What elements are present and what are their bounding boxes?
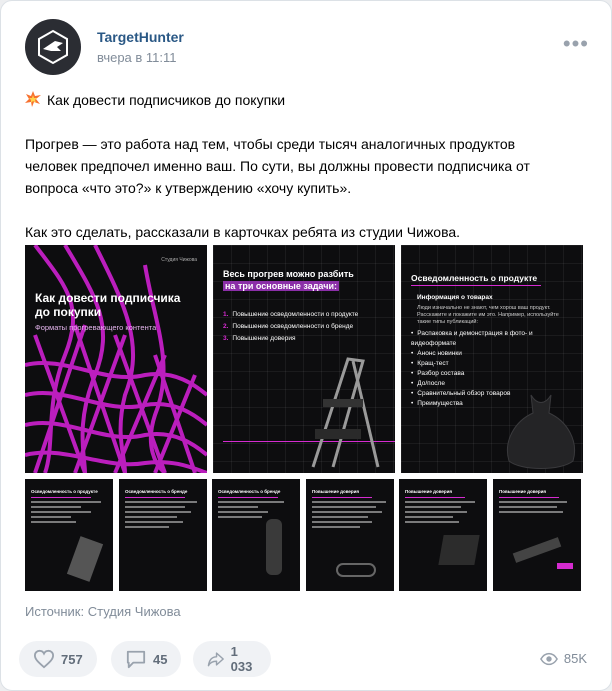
avatar[interactable] [25, 19, 81, 75]
share-count: 1 033 [230, 644, 253, 674]
list-item: До/после [411, 379, 579, 389]
carousel-thumb-2[interactable]: Осведомленность о бренде [119, 479, 207, 591]
list-item: 3. Повышение доверия [223, 335, 296, 342]
carousel-card-1[interactable]: Студия Чижова Как довести подписчика до … [25, 245, 207, 473]
post-card: TargetHunter вчера в 11:11 ••• Как довес… [0, 0, 612, 691]
post-source: Источник: Студия Чижова [25, 604, 181, 619]
collision-emoji-icon [25, 91, 41, 107]
list-item: Кращ-тест [411, 359, 579, 369]
card-subtitle: Информация о товарах [417, 294, 493, 301]
step-ladder-image [311, 357, 380, 468]
pink-net-image [25, 245, 207, 473]
card-intro: Люди изначально не знают, чем хорош ваш … [417, 305, 559, 325]
carousel-card-3[interactable]: Осведомленность о продукте Информация о … [401, 245, 583, 473]
share-icon [207, 652, 224, 667]
carousel-thumb-5[interactable]: Повышение доверия [399, 479, 487, 591]
paragraph-line: вопроса «что это?» к утверждению «хочу к… [25, 180, 352, 196]
tasks-list: 1. Повышение осведомленности о продукте 2… [223, 309, 358, 345]
list-item: Разбор состава [411, 369, 579, 379]
thumb-title: Повышение доверия [312, 489, 388, 498]
comment-count: 45 [153, 651, 168, 667]
card-title: Осведомленность о продукте [411, 273, 538, 283]
thumb-title: Повышение доверия [405, 489, 481, 498]
card-title-line: Как довести подписчика [35, 291, 181, 305]
studio-corner-label: Студия Чижова [161, 257, 197, 263]
post-title: Как довести подписчиков до покупки [47, 92, 286, 108]
black-bag-image [507, 394, 575, 469]
card-title-line: до покупки [35, 305, 102, 319]
paragraph-line: человек предпочел именно ваш. По сути, в… [25, 158, 530, 174]
post-date[interactable]: вчера в 11:11 [97, 50, 177, 65]
thumb-title: Осведомленность о продукте [31, 489, 107, 498]
accent-line [411, 285, 541, 286]
thumb-title: Осведомленность о бренде [218, 489, 294, 498]
views-counter: 85K [539, 651, 587, 666]
list-item: 1. Повышение осведомленности о продукте [223, 311, 359, 318]
carousel-thumb-1[interactable]: Осведомленность о продукте [25, 479, 113, 591]
thumb-title: Повышение доверия [499, 489, 575, 498]
paragraph-line: Как это сделать, рассказали в карточках … [25, 224, 461, 240]
heart-icon [33, 649, 55, 669]
thumb-title: Осведомленность о бренде [125, 489, 201, 498]
list-item: 2. Повышение осведомленности о бренде [223, 323, 354, 330]
list-item: Распаковка и демонстрация в фото- и виде… [411, 329, 579, 349]
comment-icon [126, 650, 146, 669]
comment-button[interactable]: 45 [111, 641, 182, 677]
carousel-card-2[interactable]: Весь прогрев можно разбить на три основн… [213, 245, 395, 473]
share-button[interactable]: 1 033 [193, 641, 271, 677]
like-button[interactable]: 757 [19, 641, 97, 677]
like-count: 757 [61, 651, 83, 667]
carousel-thumb-6[interactable]: Повышение доверия [493, 479, 581, 591]
card-subtitle: Форматы прогревающего контента [35, 323, 157, 332]
author-name[interactable]: TargetHunter [97, 29, 184, 45]
eye-icon [539, 652, 558, 665]
post-text: Как довести подписчиков до покупки Прогр… [25, 89, 589, 243]
targethunter-logo-icon [38, 29, 68, 65]
list-item: Анонс новинки [411, 349, 579, 359]
post-header: TargetHunter вчера в 11:11 ••• [25, 19, 589, 75]
views-count: 85K [563, 651, 587, 666]
post-title-line: Как довести подписчиков до покупки [25, 89, 589, 111]
carousel-thumb-4[interactable]: Повышение доверия [306, 479, 394, 591]
carousel-thumb-3[interactable]: Осведомленность о бренде [212, 479, 300, 591]
more-horizontal-icon[interactable]: ••• [563, 31, 589, 57]
paragraph-line: Прогрев — это работа над тем, чтобы сред… [25, 136, 516, 152]
card-title-line: на три основные задачи: [223, 281, 339, 291]
card-title-line: Весь прогрев можно разбить [223, 269, 354, 279]
